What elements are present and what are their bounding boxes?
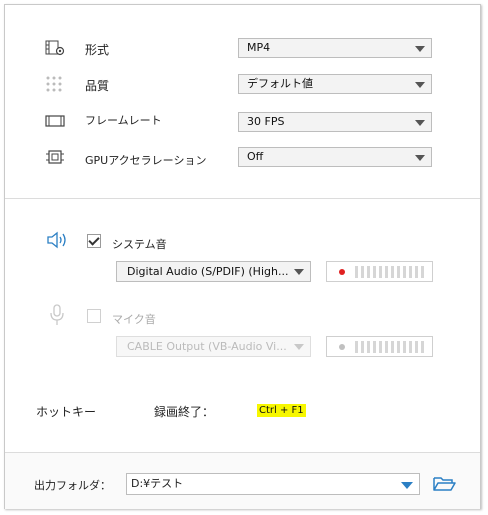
output-folder-label: 出力フォルダ： — [34, 479, 111, 492]
level-bars — [355, 341, 424, 353]
quality-dots-icon — [46, 76, 62, 92]
mic-audio-label: マイク音 — [112, 313, 156, 326]
system-audio-label: システム音 — [112, 238, 167, 251]
format-value: MP4 — [247, 41, 271, 54]
recording-settings-panel: 形式 MP4 品質 デフォルト値 フレームレート 30 FPS GPUアクセラレ… — [4, 4, 481, 509]
mic-audio-indicator — [339, 344, 345, 350]
mic-audio-device-select[interactable]: CABLE Output (VB-Audio Vi... — [116, 336, 311, 357]
system-audio-level-meter — [326, 261, 433, 282]
mic-audio-checkbox[interactable] — [87, 309, 101, 323]
system-audio-device-select[interactable]: Digital Audio (S/PDIF) (High... — [116, 261, 311, 282]
system-audio-checkbox[interactable] — [87, 234, 101, 248]
level-bars — [355, 266, 424, 278]
output-folder-path: D:¥テスト — [131, 477, 184, 490]
quality-value: デフォルト値 — [247, 77, 313, 90]
film-strip-icon — [45, 115, 65, 127]
system-audio-device: Digital Audio (S/PDIF) (High... — [127, 265, 289, 278]
quality-select[interactable]: デフォルト値 — [238, 74, 432, 94]
hotkey-section-label: ホットキー — [36, 405, 97, 419]
framerate-select[interactable]: 30 FPS — [238, 112, 432, 132]
system-audio-indicator — [339, 269, 345, 275]
quality-label: 品質 — [85, 79, 110, 93]
stop-recording-label: 録画終了： — [154, 405, 215, 419]
stop-recording-hotkey[interactable]: Ctrl + F1 — [257, 404, 306, 417]
chevron-down-icon — [415, 82, 425, 88]
folder-open-icon[interactable] — [432, 475, 456, 493]
format-select[interactable]: MP4 — [238, 38, 432, 58]
format-label: 形式 — [85, 43, 110, 57]
chip-icon — [46, 150, 64, 164]
chevron-down-icon — [294, 344, 304, 350]
speaker-icon[interactable] — [46, 231, 68, 249]
chevron-down-icon — [415, 46, 425, 52]
gpu-value: Off — [247, 150, 264, 163]
gpu-select[interactable]: Off — [238, 147, 432, 167]
microphone-icon[interactable] — [48, 303, 66, 327]
output-folder-input[interactable]: D:¥テスト — [126, 473, 420, 495]
mic-audio-level-meter — [326, 336, 433, 357]
chevron-down-icon — [415, 155, 425, 161]
gpu-label: GPUアクセラレーション — [85, 154, 207, 167]
section-divider — [5, 198, 480, 199]
chevron-down-icon[interactable] — [401, 482, 413, 489]
format-settings-icon — [45, 40, 65, 56]
chevron-down-icon — [415, 120, 425, 126]
framerate-label: フレームレート — [85, 114, 162, 127]
mic-audio-device: CABLE Output (VB-Audio Vi... — [127, 340, 287, 353]
chevron-down-icon — [294, 269, 304, 275]
framerate-value: 30 FPS — [247, 115, 285, 128]
